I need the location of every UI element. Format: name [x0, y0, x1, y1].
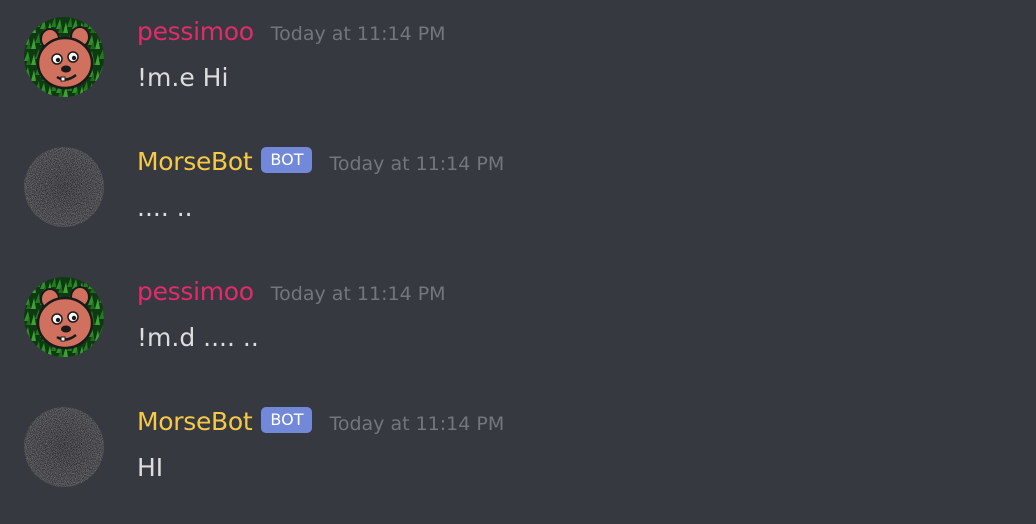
bear-avatar-icon — [24, 277, 104, 357]
message-content: !m.e Hi — [137, 63, 229, 92]
chat-message-list: pessimoo Today at 11:14 PM !m.e Hi Morse… — [0, 0, 1036, 524]
message-item: pessimoo Today at 11:14 PM !m.e Hi — [0, 0, 1036, 110]
static-noise-avatar-icon — [24, 147, 104, 227]
bear-avatar-icon — [24, 17, 104, 97]
message-item: MorseBot BOT Today at 11:14 PM HI — [0, 390, 1036, 500]
static-noise-avatar-icon — [24, 407, 104, 487]
bot-tag-badge: BOT — [261, 407, 313, 433]
message-header: pessimoo Today at 11:14 PM — [137, 12, 446, 52]
timestamp[interactable]: Today at 11:14 PM — [271, 274, 446, 314]
message-content: HI — [137, 453, 164, 482]
message-item: pessimoo Today at 11:14 PM !m.d .... .. — [0, 260, 1036, 370]
message-content: !m.d .... .. — [137, 323, 259, 352]
message-header: MorseBot BOT Today at 11:14 PM — [137, 402, 504, 442]
user-avatar[interactable] — [24, 277, 104, 357]
timestamp[interactable]: Today at 11:14 PM — [329, 144, 504, 184]
message-item: MorseBot BOT Today at 11:14 PM .... .. — [0, 130, 1036, 240]
message-header: MorseBot BOT Today at 11:14 PM — [137, 142, 504, 182]
bot-avatar[interactable] — [24, 147, 104, 227]
bot-tag-badge: BOT — [261, 147, 313, 173]
message-content: .... .. — [137, 193, 193, 222]
username[interactable]: pessimoo — [137, 12, 254, 52]
user-avatar[interactable] — [24, 17, 104, 97]
timestamp[interactable]: Today at 11:14 PM — [271, 14, 446, 54]
username[interactable]: MorseBot — [137, 402, 253, 442]
message-header: pessimoo Today at 11:14 PM — [137, 272, 446, 312]
bot-avatar[interactable] — [24, 407, 104, 487]
username[interactable]: pessimoo — [137, 272, 254, 312]
timestamp[interactable]: Today at 11:14 PM — [329, 404, 504, 444]
username[interactable]: MorseBot — [137, 142, 253, 182]
